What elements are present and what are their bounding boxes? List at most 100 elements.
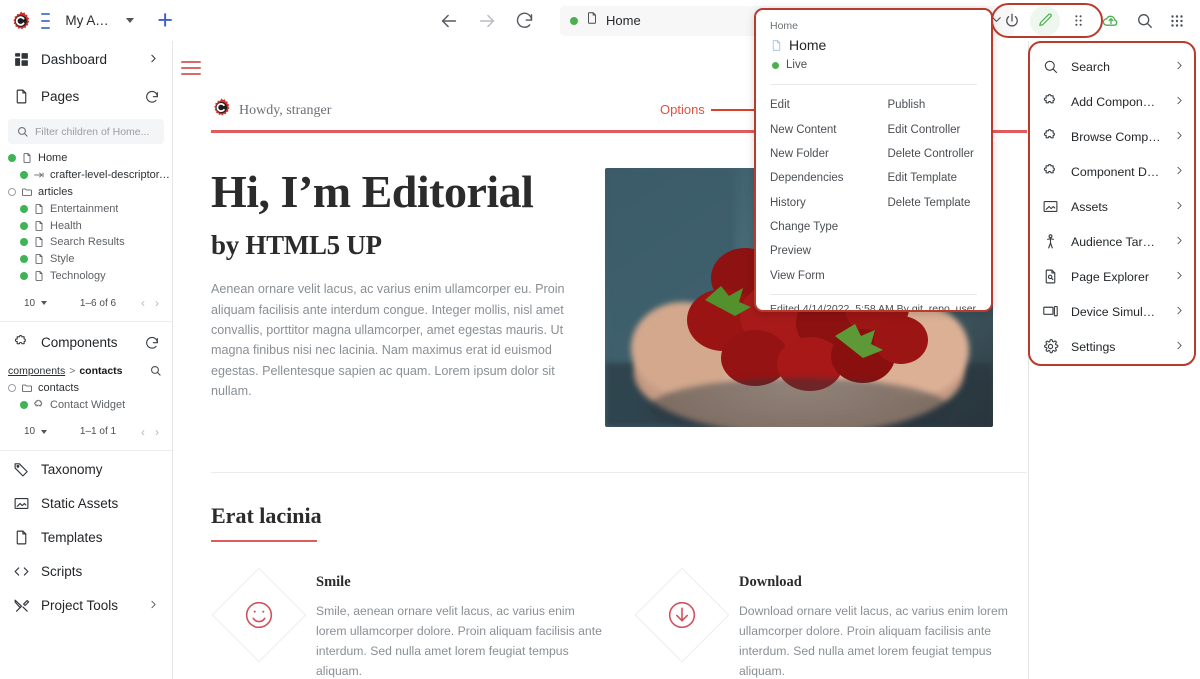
menu-item-edit-controller[interactable]: Edit Controller xyxy=(874,117,992,141)
file-icon xyxy=(12,529,30,547)
menu-item-new-folder[interactable]: New Folder xyxy=(756,142,874,166)
breadcrumb-root[interactable]: components xyxy=(8,365,65,377)
prev-page-button[interactable]: ‹ xyxy=(136,296,150,310)
tree-item[interactable]: contacts xyxy=(8,379,172,396)
feature-item: Smile Smile, aenean ornare velit lacus, a… xyxy=(211,564,604,679)
page-explorer-icon xyxy=(1042,268,1059,285)
sidebar-item-templates[interactable]: Templates xyxy=(0,521,172,555)
tree-item[interactable]: Technology xyxy=(8,268,172,285)
download-icon xyxy=(663,596,701,634)
chevron-right-icon[interactable] xyxy=(147,52,160,68)
chevron-right-icon[interactable] xyxy=(1173,59,1186,75)
sidebar-item-dashboard[interactable]: Dashboard xyxy=(0,41,172,78)
edit-pencil-icon[interactable] xyxy=(1030,5,1060,36)
search-icon[interactable] xyxy=(1129,6,1159,36)
chevron-right-icon[interactable] xyxy=(1173,269,1186,285)
panel-item-assets[interactable]: Assets xyxy=(1030,189,1194,224)
next-page-button[interactable]: › xyxy=(150,296,164,310)
next-page-button[interactable]: › xyxy=(150,425,164,439)
tree-item[interactable]: Entertainment xyxy=(8,200,172,217)
chevron-right-icon[interactable] xyxy=(1173,164,1186,180)
panel-item-device-simulator[interactable]: Device Simulator xyxy=(1030,294,1194,329)
power-icon[interactable] xyxy=(997,6,1027,36)
panel-item-page-explorer[interactable]: Page Explorer xyxy=(1030,259,1194,294)
panel-item-label: Add Components xyxy=(1071,94,1161,109)
panel-item-search[interactable]: Search xyxy=(1030,49,1194,84)
chevron-right-icon[interactable] xyxy=(1173,234,1186,250)
tree-item[interactable]: Search Results xyxy=(8,234,172,251)
sidebar-item-scripts[interactable]: Scripts xyxy=(0,555,172,589)
context-menu-left-column: Edit New Content New Folder Dependencies His… xyxy=(756,93,874,288)
tree-item-label: Search Results xyxy=(50,236,125,249)
menu-item-edit[interactable]: Edit xyxy=(756,93,874,117)
menu-item-delete-template[interactable]: Delete Template xyxy=(874,191,992,215)
tree-item[interactable]: Health xyxy=(8,217,172,234)
chevron-right-icon[interactable] xyxy=(1173,199,1186,215)
prev-page-button[interactable]: ‹ xyxy=(136,425,150,439)
tree-item[interactable]: Style xyxy=(8,251,172,268)
chevron-down-icon[interactable] xyxy=(126,18,135,23)
panel-item-browse-components[interactable]: Browse Components xyxy=(1030,119,1194,154)
sidebar-item-taxonomy[interactable]: Taxonomy xyxy=(0,453,172,487)
drag-handle-icon[interactable] xyxy=(1063,6,1093,36)
pages-filter-input[interactable]: Filter children of Home... xyxy=(8,119,164,144)
status-dot xyxy=(8,383,16,392)
menu-item-preview[interactable]: Preview xyxy=(756,239,874,263)
menu-item-new-content[interactable]: New Content xyxy=(756,117,874,141)
page-size-selector[interactable]: 10 xyxy=(8,426,60,437)
panel-item-settings[interactable]: Settings xyxy=(1030,329,1194,364)
cloud-upload-icon[interactable] xyxy=(1096,6,1126,36)
panel-item-label: Settings xyxy=(1071,339,1116,354)
plus-icon[interactable]: + xyxy=(157,7,173,34)
feature-text: Download ornare velit lacus, ac varius e… xyxy=(739,604,1008,678)
tree-item-label: articles xyxy=(38,185,73,198)
menu-item-edit-template[interactable]: Edit Template xyxy=(874,166,992,190)
arrow-left-icon[interactable] xyxy=(438,10,460,32)
feature-title: Smile xyxy=(316,574,351,591)
apps-grid-icon[interactable] xyxy=(1162,6,1192,36)
search-icon[interactable] xyxy=(149,364,162,377)
tree-item[interactable]: Home xyxy=(8,150,172,167)
menu-item-publish[interactable]: Publish xyxy=(874,93,992,117)
reload-icon[interactable] xyxy=(514,10,536,32)
arrow-right-icon[interactable] xyxy=(476,10,498,32)
sidebar-item-project-tools[interactable]: Project Tools xyxy=(0,589,172,623)
refresh-icon[interactable] xyxy=(144,335,160,351)
chevron-right-icon[interactable] xyxy=(1173,304,1186,320)
refresh-icon[interactable] xyxy=(144,89,160,105)
tree-item[interactable]: crafter-level-descriptor.level.... xyxy=(8,167,172,184)
menu-item-dependencies[interactable]: Dependencies xyxy=(756,166,874,190)
panel-item-component-drop-ta[interactable]: Component Drop Ta... xyxy=(1030,154,1194,189)
tree-item-label: contacts xyxy=(38,381,79,394)
chevron-right-icon[interactable] xyxy=(1173,94,1186,110)
menu-item-change-type[interactable]: Change Type xyxy=(756,215,874,239)
page-size-selector[interactable]: 10 xyxy=(8,298,60,309)
menu-item-view-form[interactable]: View Form xyxy=(756,264,874,288)
site-name-label[interactable]: My Awesome E... xyxy=(65,13,114,28)
chevron-right-icon[interactable] xyxy=(147,598,160,614)
menu-item-delete-controller[interactable]: Delete Controller xyxy=(874,142,992,166)
tree-item[interactable]: articles xyxy=(8,184,172,201)
panel-item-audience-targeting[interactable]: Audience Targeting xyxy=(1030,224,1194,259)
hamburger-menu-icon[interactable] xyxy=(41,12,51,29)
status-dot xyxy=(8,187,16,196)
document-icon xyxy=(33,253,45,265)
hamburger-menu-icon[interactable] xyxy=(181,61,201,75)
sidebar-item-pages[interactable]: Pages xyxy=(0,78,172,115)
content-divider xyxy=(211,472,1027,473)
tree-item[interactable]: Contact Widget xyxy=(8,396,172,413)
sidebar-item-components[interactable]: Components xyxy=(0,324,172,361)
feature-title: Download xyxy=(739,574,802,591)
sidebar-item-static-assets[interactable]: Static Assets xyxy=(0,487,172,521)
crafter-cms-logo[interactable] xyxy=(10,10,32,32)
chevron-right-icon[interactable] xyxy=(1173,129,1186,145)
page-tree: Home crafter-level-descriptor.level.... ar… xyxy=(0,150,172,284)
panel-item-add-components[interactable]: Add Components xyxy=(1030,84,1194,119)
sidebar-item-label: Project Tools xyxy=(41,598,119,614)
chevron-right-icon[interactable] xyxy=(1173,339,1186,355)
sidebar-item-label: Scripts xyxy=(41,564,83,580)
menu-item-history[interactable]: History xyxy=(756,191,874,215)
feature-icon-frame xyxy=(634,567,729,663)
panel-item-label: Browse Components xyxy=(1071,129,1161,144)
top-bar-actions xyxy=(991,0,1192,41)
